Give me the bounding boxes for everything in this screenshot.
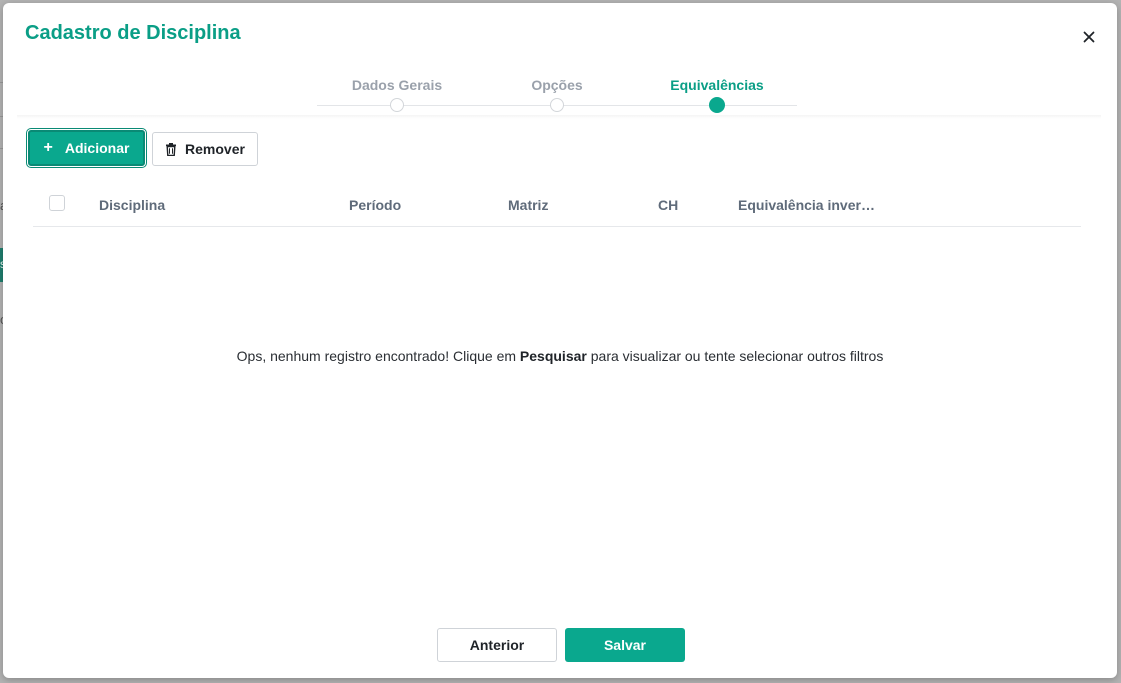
- step-label: Opções: [531, 77, 583, 93]
- empty-state-emphasis: Pesquisar: [519, 348, 587, 364]
- select-all-checkbox[interactable]: [49, 195, 65, 211]
- empty-state-prefix: Ops, nenhum registro encontrado! Clique …: [236, 348, 520, 364]
- column-header-disciplina[interactable]: Disciplina: [99, 197, 165, 213]
- table-header: Disciplina Período Matriz CH Equivalênci…: [33, 188, 1081, 227]
- modal-title: Cadastro de Disciplina: [25, 22, 241, 44]
- step-indicator: [390, 98, 404, 112]
- previous-button[interactable]: Anterior: [437, 628, 557, 662]
- save-button[interactable]: Salvar: [565, 628, 685, 662]
- step-label: Dados Gerais: [351, 77, 443, 93]
- discipline-registration-modal: Cadastro de Disciplina Dados Gerais Opçõ…: [3, 3, 1117, 678]
- add-button-label: Adicionar: [64, 140, 130, 156]
- step-dados-gerais[interactable]: Dados Gerais: [317, 73, 477, 112]
- stepper: Dados Gerais Opções Equivalências: [317, 73, 797, 119]
- plus-icon: +: [43, 139, 53, 156]
- step-opcoes[interactable]: Opções: [477, 73, 637, 112]
- trash-icon: [166, 142, 177, 156]
- column-header-matriz[interactable]: Matriz: [508, 197, 548, 213]
- empty-state-suffix: para visualizar ou tente selecionar outr…: [586, 348, 884, 364]
- close-button[interactable]: [1079, 27, 1099, 47]
- step-indicator-active: [709, 97, 725, 113]
- column-header-periodo[interactable]: Período: [349, 197, 401, 213]
- close-icon: [1083, 31, 1095, 43]
- step-indicator: [550, 98, 564, 112]
- remove-button-label: Remover: [185, 141, 245, 157]
- step-equivalencias[interactable]: Equivalências: [637, 73, 797, 113]
- stepper-divider: [17, 115, 1101, 119]
- empty-state-message: Ops, nenhum registro encontrado! Clique …: [3, 348, 1117, 364]
- remove-button[interactable]: Remover: [152, 132, 258, 166]
- step-label: Equivalências: [670, 77, 764, 93]
- column-header-ch[interactable]: CH: [658, 197, 678, 213]
- add-button[interactable]: + Adicionar: [26, 128, 147, 168]
- column-header-equivalencia-inversa[interactable]: Equivalência inver…: [738, 197, 875, 213]
